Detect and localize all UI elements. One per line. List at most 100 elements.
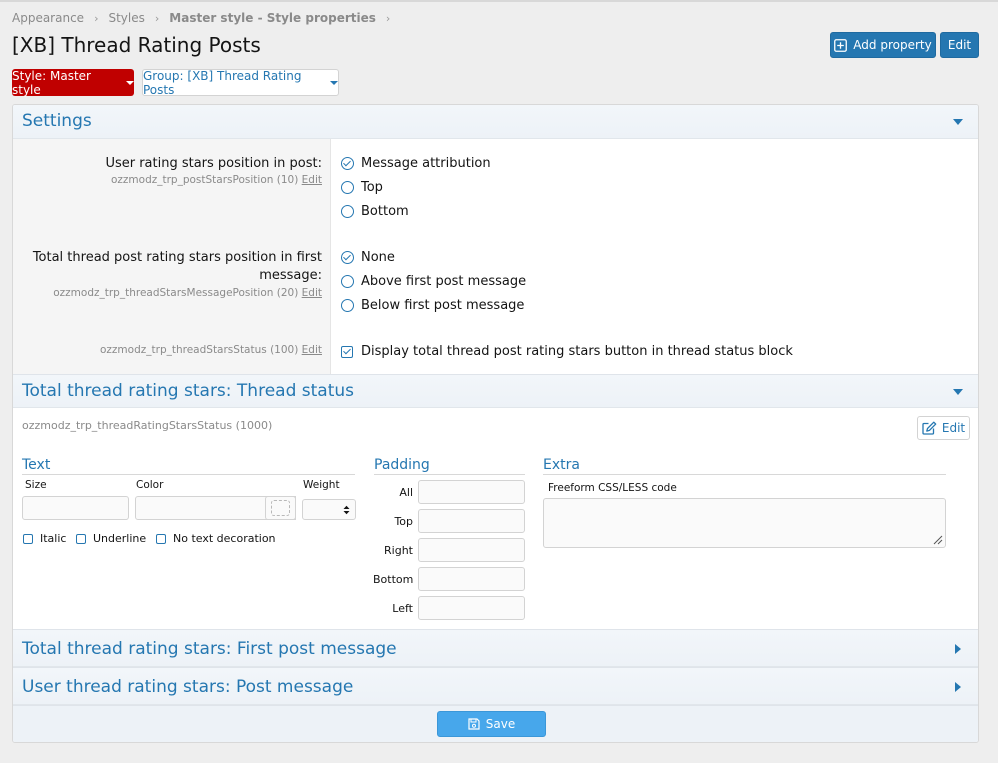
checkbox-icon[interactable]: [76, 533, 86, 544]
thread-status-key: ozzmodz_trp_threadStarsStatus (100) Edit: [100, 344, 322, 356]
radio-icon[interactable]: [341, 181, 354, 194]
text-heading: Text: [22, 457, 355, 475]
underline-checkbox[interactable]: Underline: [76, 532, 146, 545]
post-stars-key-text: ozzmodz_trp_postStarsPosition (10): [110, 174, 299, 186]
first-post-section-title: Total thread rating stars: First post me…: [22, 639, 397, 659]
padding-top-input[interactable]: [418, 509, 525, 533]
post-stars-edit-link[interactable]: Edit: [302, 174, 322, 186]
italic-checkbox[interactable]: Italic: [23, 532, 66, 545]
post-stars-label: User rating stars position in post:: [105, 156, 322, 171]
group-selector-label: Group: [XB] Thread Rating Posts: [143, 68, 302, 97]
radio-icon[interactable]: [341, 299, 354, 312]
option-label: Below first post message: [361, 298, 525, 313]
thread-status-key-text: ozzmodz_trp_threadStarsStatus (100): [99, 344, 299, 356]
style-selector-label: Style: Master style: [12, 68, 91, 97]
edit-button[interactable]: Edit: [940, 32, 979, 58]
edit-pencil-icon: [922, 421, 937, 435]
thread-stars-option-below[interactable]: Below first post message: [341, 298, 524, 313]
select-arrows-icon: [343, 505, 350, 515]
checkbox-checked-icon[interactable]: [341, 345, 353, 358]
padding-right-label: Right: [384, 544, 413, 557]
weight-label: Weight: [303, 479, 340, 491]
size-input[interactable]: [22, 496, 129, 520]
color-swatch-icon: [271, 500, 290, 516]
padding-left-input[interactable]: [418, 596, 525, 620]
option-label: Message attribution: [361, 156, 491, 171]
group-selector[interactable]: Group: [XB] Thread Rating Posts: [142, 68, 339, 97]
collapse-triangle-icon[interactable]: [953, 119, 963, 125]
breadcrumb-style-properties[interactable]: Master style - Style properties: [169, 11, 376, 25]
settings-section-header[interactable]: Settings: [13, 105, 978, 139]
padding-bottom-label: Bottom: [373, 573, 414, 586]
chevron-right-icon: ›: [94, 11, 99, 25]
settings-section-title: Settings: [22, 111, 92, 131]
thread-status-property-key: ozzmodz_trp_threadRatingStarsStatus (100…: [22, 419, 273, 432]
caret-down-icon: [330, 80, 338, 85]
post-message-section-title: User thread rating stars: Post message: [22, 677, 354, 697]
chevron-right-icon: ›: [385, 11, 391, 25]
first-post-section-header[interactable]: Total thread rating stars: First post me…: [13, 629, 978, 667]
thread-stars-option-none[interactable]: None: [341, 250, 395, 265]
save-button[interactable]: Save: [437, 711, 546, 737]
freeform-css-textarea[interactable]: [543, 498, 946, 548]
thread-stars-edit-link[interactable]: Edit: [302, 287, 322, 299]
thread-stars-key-text: ozzmodz_trp_threadStarsMessagePosition (…: [53, 287, 299, 299]
post-message-section-header[interactable]: User thread rating stars: Post message: [13, 667, 978, 705]
chevron-right-icon: ›: [154, 11, 160, 25]
expand-triangle-icon[interactable]: [955, 644, 961, 654]
top-border: [0, 0, 998, 2]
extra-heading: Extra: [543, 457, 946, 475]
padding-all-input[interactable]: [418, 480, 525, 504]
padding-right-input[interactable]: [418, 538, 525, 562]
weight-select[interactable]: [302, 499, 356, 520]
style-selector[interactable]: Style: Master style: [12, 68, 134, 97]
form-footer: Save: [13, 705, 978, 742]
plus-square-icon: [834, 38, 848, 52]
size-label: Size: [25, 479, 47, 491]
padding-left-label: Left: [392, 602, 413, 615]
thread-status-section-title: Total thread rating stars: Thread status: [22, 381, 354, 401]
option-label: Above first post message: [361, 274, 527, 289]
radio-icon[interactable]: [341, 275, 354, 288]
checkbox-icon[interactable]: [23, 533, 33, 544]
breadcrumb: Appearance › Styles › Master style - Sty…: [12, 10, 400, 26]
post-stars-option-bottom[interactable]: Bottom: [341, 204, 409, 219]
thread-status-edit-link[interactable]: Edit: [302, 344, 322, 356]
add-property-button[interactable]: Add property: [830, 32, 936, 58]
properties-panel: Settings User rating stars position in p…: [12, 104, 979, 743]
post-stars-option-top[interactable]: Top: [341, 180, 383, 195]
thread-status-section-header[interactable]: Total thread rating stars: Thread status: [13, 374, 978, 408]
page-title: [XB] Thread Rating Posts: [12, 33, 261, 57]
breadcrumb-styles[interactable]: Styles: [108, 11, 144, 25]
save-label: Save: [485, 717, 516, 731]
color-label: Color: [136, 479, 164, 491]
no-decoration-checkbox[interactable]: No text decoration: [156, 532, 276, 545]
thread-status-checkbox[interactable]: Display total thread post rating stars b…: [341, 344, 793, 359]
freeform-css-label: Freeform CSS/LESS code: [548, 482, 677, 494]
option-label: None: [361, 250, 395, 265]
checkbox-icon[interactable]: [156, 533, 166, 544]
radio-icon[interactable]: [341, 205, 354, 218]
no-decoration-label: No text decoration: [173, 532, 276, 545]
radio-selected-icon[interactable]: [341, 157, 354, 170]
breadcrumb-appearance[interactable]: Appearance: [12, 11, 84, 25]
thread-stars-label-line1: Total thread post rating stars position …: [32, 250, 322, 265]
caret-down-icon: [126, 80, 134, 85]
thread-stars-key: ozzmodz_trp_threadStarsMessagePosition (…: [53, 287, 322, 299]
post-stars-option-message-attribution[interactable]: Message attribution: [341, 156, 491, 171]
radio-selected-icon[interactable]: [341, 251, 354, 264]
resize-handle-icon[interactable]: [933, 535, 943, 545]
add-property-label: Add property: [853, 38, 932, 52]
padding-bottom-input[interactable]: [418, 567, 525, 591]
expand-triangle-icon[interactable]: [955, 682, 961, 692]
property-edit-button[interactable]: Edit: [917, 416, 970, 440]
thread-stars-option-above[interactable]: Above first post message: [341, 274, 526, 289]
padding-heading: Padding: [374, 457, 525, 475]
option-label: Top: [361, 180, 383, 195]
option-label: Bottom: [361, 204, 409, 219]
post-stars-key: ozzmodz_trp_postStarsPosition (10) Edit: [111, 174, 322, 186]
edit-label: Edit: [947, 38, 972, 52]
property-edit-label: Edit: [941, 421, 966, 435]
collapse-triangle-icon[interactable]: [953, 389, 963, 395]
color-picker-button[interactable]: [265, 496, 296, 520]
